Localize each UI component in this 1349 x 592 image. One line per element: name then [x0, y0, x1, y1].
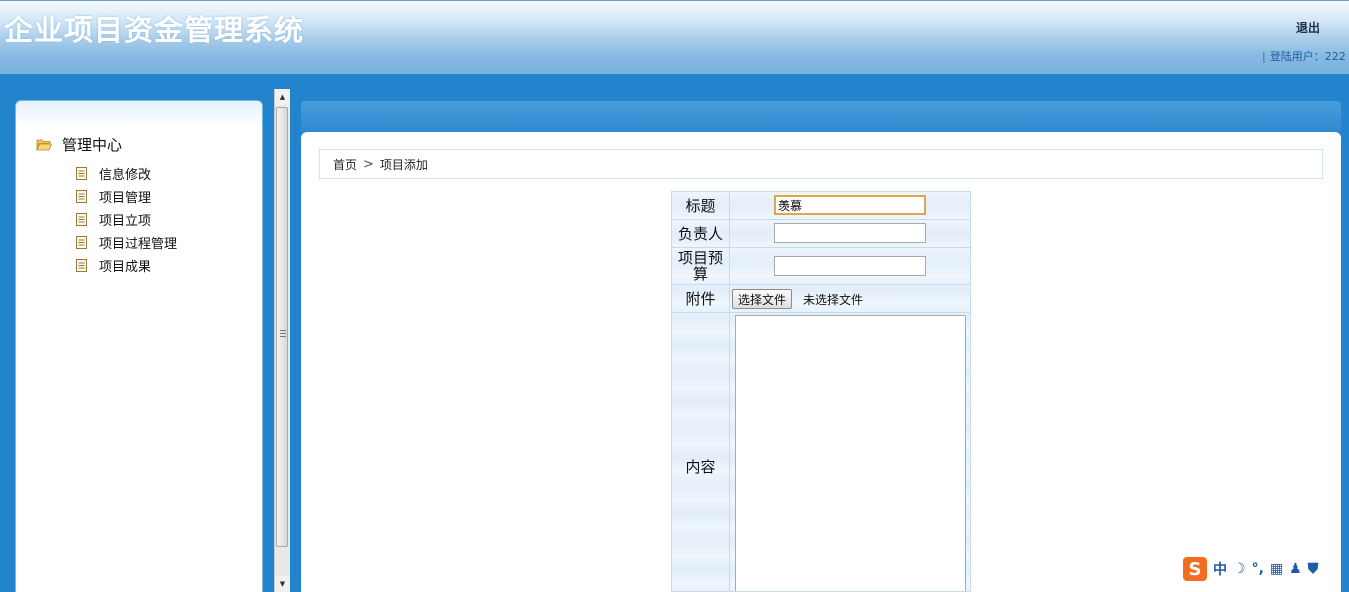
- sidebar-menu: 信息修改 项目管理 项目立项 项目过程管理 项目成果: [76, 162, 177, 277]
- content-panel: 首页 > 项目添加 标题 负责人 项目预算 附件 选择文件 未选择文件 内容: [301, 132, 1341, 592]
- document-icon: [76, 236, 87, 249]
- folder-open-icon: [36, 139, 52, 151]
- sidebar-item-process-management[interactable]: 项目过程管理: [76, 231, 177, 254]
- sidebar-item-project-results[interactable]: 项目成果: [76, 254, 177, 277]
- breadcrumb-current: 项目添加: [379, 157, 428, 172]
- scrollbar-thumb[interactable]: [276, 107, 288, 547]
- app-header: 企业项目资金管理系统 退出 | 登陆用户：222: [0, 0, 1349, 74]
- sidebar-header: [16, 101, 262, 127]
- attachment-label: 附件: [685, 289, 716, 308]
- login-user-info: | 登陆用户：222: [1262, 48, 1346, 64]
- content-header-strip: [301, 101, 1341, 132]
- app-title: 企业项目资金管理系统: [4, 13, 305, 47]
- login-user-label: 登陆用户：222: [1269, 50, 1346, 63]
- keyboard-icon[interactable]: ▦: [1270, 561, 1283, 577]
- sogou-logo-icon[interactable]: S: [1183, 557, 1207, 581]
- form-row-owner: 负责人: [672, 220, 970, 248]
- sidebar-item-label: 项目过程管理: [99, 237, 178, 252]
- sidebar-root-label: 管理中心: [62, 136, 123, 154]
- choose-file-button[interactable]: 选择文件: [732, 289, 793, 309]
- content-textarea[interactable]: [735, 315, 966, 591]
- moon-icon[interactable]: ☽: [1233, 561, 1246, 577]
- sidebar-item-project-management[interactable]: 项目管理: [76, 185, 177, 208]
- sidebar-item-label: 项目管理: [99, 191, 152, 206]
- title-input[interactable]: [774, 195, 926, 215]
- ime-mode[interactable]: 中: [1213, 559, 1227, 579]
- form-row-attachment: 附件 选择文件 未选择文件: [672, 285, 970, 313]
- budget-label: 项目预算: [677, 249, 723, 283]
- sidebar-scrollbar[interactable]: ▲ ▼: [274, 89, 290, 592]
- content-label: 内容: [685, 458, 716, 476]
- chevron-right-icon: >: [363, 156, 374, 172]
- sidebar-item-label: 项目成果: [99, 260, 152, 275]
- sidebar: 管理中心 信息修改 项目管理 项目立项 项目过程管理 项目成果: [15, 100, 263, 592]
- shirt-icon[interactable]: ⛊: [1308, 561, 1319, 577]
- logout-link[interactable]: 退出: [1296, 19, 1320, 36]
- ime-toolbar[interactable]: S 中 ☽ °, ▦ ♟ ⛊: [1183, 555, 1349, 583]
- project-add-form: 标题 负责人 项目预算 附件 选择文件 未选择文件 内容: [671, 191, 971, 592]
- owner-label: 负责人: [677, 224, 723, 243]
- form-row-title: 标题: [672, 192, 970, 220]
- punctuation-icon[interactable]: °,: [1252, 561, 1264, 577]
- sidebar-item-info-edit[interactable]: 信息修改: [76, 162, 177, 185]
- breadcrumb-home[interactable]: 首页: [333, 156, 357, 173]
- document-icon: [76, 190, 87, 203]
- budget-input[interactable]: [774, 256, 926, 276]
- file-status: 未选择文件: [803, 293, 864, 307]
- sidebar-item-label: 信息修改: [99, 168, 152, 183]
- sidebar-item-project-approval[interactable]: 项目立项: [76, 208, 177, 231]
- separator: |: [1262, 50, 1266, 63]
- form-row-budget: 项目预算: [672, 248, 970, 285]
- owner-input[interactable]: [774, 223, 926, 243]
- title-label: 标题: [685, 196, 716, 215]
- document-icon: [76, 167, 87, 180]
- sidebar-root[interactable]: 管理中心: [36, 134, 122, 155]
- grip-icon: [280, 330, 286, 337]
- document-icon: [76, 213, 87, 226]
- sidebar-item-label: 项目立项: [99, 214, 152, 229]
- user-icon[interactable]: ♟: [1289, 561, 1302, 577]
- scroll-up-arrow-icon[interactable]: ▲: [275, 89, 290, 105]
- breadcrumb: 首页 > 项目添加: [319, 149, 1323, 179]
- scroll-down-arrow-icon[interactable]: ▼: [275, 576, 290, 592]
- document-icon: [76, 259, 87, 272]
